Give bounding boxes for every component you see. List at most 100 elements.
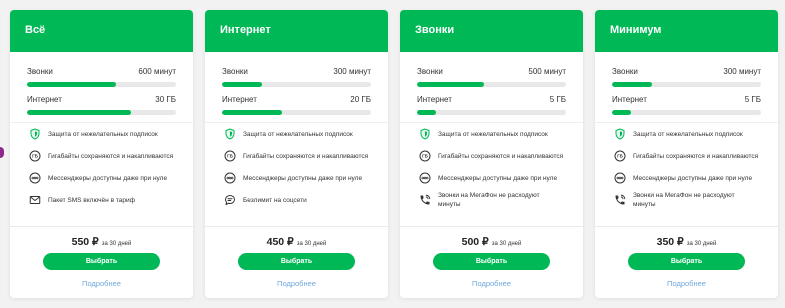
tariff-card-all: Всё Звонки 600 минут Интернет 30 ГБ Защи… [10,10,193,298]
feature-item: Защита от нежелательных подписок [614,128,743,140]
feature-item: Защита от нежелательных подписок [29,128,158,140]
internet-progress-fill [222,110,282,115]
internet-progress-bar [612,110,761,115]
details-link[interactable]: Подробнее [205,279,388,289]
calls-progress-bar [27,82,176,87]
tariff-title[interactable]: Звонки [415,24,454,37]
calls-value: 300 минут [723,67,761,76]
price: 350 ₽ за 30 дней [595,235,778,250]
internet-progress-fill [27,110,132,115]
calls-value: 300 минут [333,67,371,76]
chat-bubble-icon [224,194,236,206]
internet-label: Интернет [612,95,647,104]
divider [595,122,778,123]
feature-text: Звонки на МегаФон не расходуют минуты [633,192,735,208]
feature-text: Защита от нежелательных подписок [48,130,158,138]
calls-label: Звонки [222,67,248,76]
price-period: за 30 дней [686,241,717,247]
divider [595,226,778,227]
tariff-header: Минимум [595,10,778,52]
tariff-card-internet: Интернет Звонки 300 минут Интернет 20 ГБ… [205,10,388,298]
tariff-card-minimum: Минимум Звонки 300 минут Интернет 5 ГБ З… [595,10,778,298]
feature-text: Защита от нежелательных подписок [243,130,353,138]
shield-icon [29,128,41,140]
gb-icon: ГБ [29,150,41,162]
choose-button[interactable]: Выбрать [43,253,160,270]
messenger-icon [29,172,41,184]
price: 450 ₽ за 30 дней [205,235,388,250]
feature-item: Мессенджеры доступны даже при нуле [224,172,362,184]
price-period: за 30 дней [491,241,522,247]
details-link[interactable]: Подробнее [400,279,583,289]
feature-item: ГБ Гигабайты сохраняются и накапливаются [614,150,758,162]
internet-label: Интернет [27,95,62,104]
feature-item: Безлимит на соцсети [224,194,307,206]
messenger-icon [614,172,626,184]
calls-progress-bar [612,82,761,87]
price-period: за 30 дней [296,241,327,247]
feature-item: Защита от нежелательных подписок [224,128,353,140]
price-amount: 550 ₽ [71,236,99,248]
feature-text: Пакет SMS включён в тариф [48,196,135,204]
gb-icon: ГБ [224,150,236,162]
gb-icon-label: ГБ [617,154,624,159]
phone-icon [614,194,626,206]
feature-item: ГБ Гигабайты сохраняются и накапливаются [29,150,173,162]
messenger-icon [419,172,431,184]
price: 500 ₽ за 30 дней [400,235,583,250]
messenger-icon [224,172,236,184]
internet-label: Интернет [417,95,452,104]
tariff-header: Звонки [400,10,583,52]
internet-label: Интернет [222,95,257,104]
calls-progress-fill [612,82,653,87]
price-amount: 450 ₽ [266,236,294,248]
feature-text: Мессенджеры доступны даже при нуле [243,174,363,182]
tariff-title[interactable]: Интернет [220,24,271,37]
gb-icon-label: ГБ [32,154,39,159]
details-link[interactable]: Подробнее [595,279,778,289]
feature-text: Гигабайты сохраняются и накапливаются [48,152,174,160]
choose-button[interactable]: Выбрать [433,253,550,270]
shield-icon [614,128,626,140]
calls-progress-fill [222,82,263,87]
calls-progress-fill [27,82,117,87]
details-link[interactable]: Подробнее [10,279,193,289]
gb-icon: ГБ [419,150,431,162]
tariff-title[interactable]: Минимум [610,24,661,37]
feature-text: Мессенджеры доступны даже при нуле [633,174,753,182]
internet-progress-fill [417,110,437,115]
feature-item: ГБ Гигабайты сохраняются и накапливаются [419,150,563,162]
tariff-title[interactable]: Всё [25,24,45,37]
divider [10,226,193,227]
calls-value: 500 минут [528,67,566,76]
feature-text: Гигабайты сохраняются и накапливаются [243,152,369,160]
feature-item: Мессенджеры доступны даже при нуле [419,172,557,184]
feature-item: Защита от нежелательных подписок [419,128,548,140]
calls-value: 600 минут [138,67,176,76]
internet-progress-bar [417,110,566,115]
price-amount: 350 ₽ [656,236,684,248]
feature-item: Звонки на МегаФон не расходуют минуты [419,192,546,208]
feature-item: Пакет SMS включён в тариф [29,194,135,206]
price: 550 ₽ за 30 дней [10,235,193,250]
feature-item: ГБ Гигабайты сохраняются и накапливаются [224,150,368,162]
divider [400,122,583,123]
tariff-header: Интернет [205,10,388,52]
feature-item: Мессенджеры доступны даже при нуле [614,172,752,184]
choose-button[interactable]: Выбрать [628,253,745,270]
carousel-prev-button[interactable] [0,147,4,158]
calls-progress-fill [417,82,485,87]
feature-text: Гигабайты сохраняются и накапливаются [633,152,759,160]
feature-text: Звонки на МегаФон не расходуют минуты [438,192,540,208]
choose-button[interactable]: Выбрать [238,253,355,270]
envelope-icon [29,194,41,206]
calls-label: Звонки [27,67,53,76]
feature-text: Мессенджеры доступны даже при нуле [48,174,168,182]
phone-icon [419,194,431,206]
gb-icon: ГБ [614,150,626,162]
feature-text: Защита от нежелательных подписок [633,130,743,138]
gb-icon-label: ГБ [227,154,234,159]
shield-icon [419,128,431,140]
internet-value: 5 ГБ [549,95,566,104]
feature-text: Мессенджеры доступны даже при нуле [438,174,558,182]
